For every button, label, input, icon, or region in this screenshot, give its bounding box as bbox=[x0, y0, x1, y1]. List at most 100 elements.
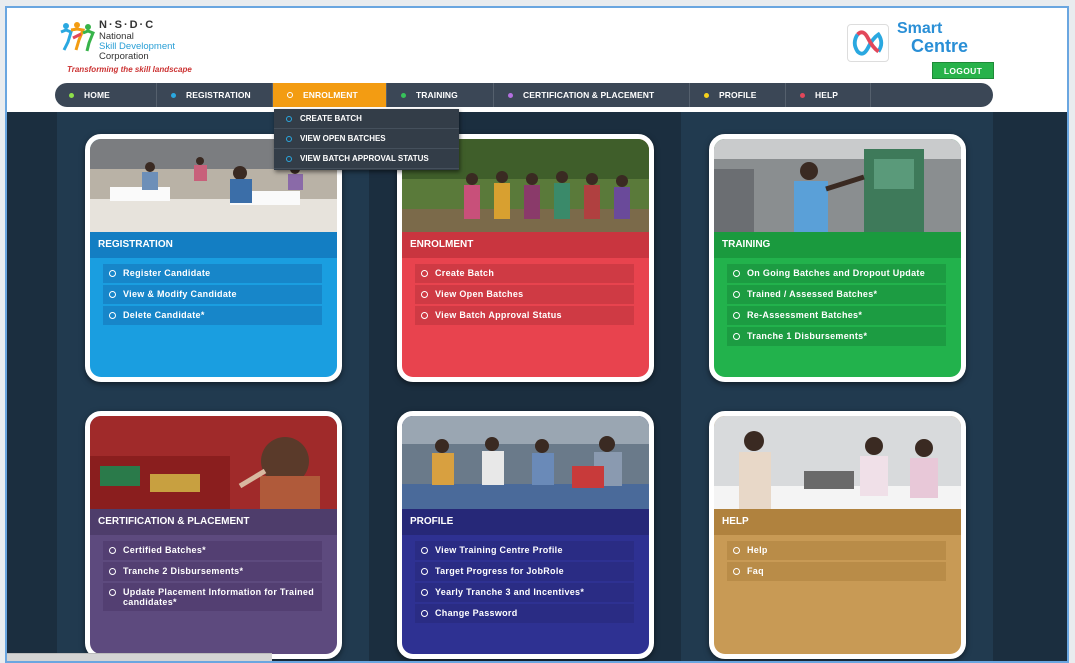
card-links: Certified Batches* Tranche 2 Disbursemen… bbox=[103, 541, 322, 613]
nav-profile[interactable]: PROFILE bbox=[690, 83, 786, 107]
nsdc-logo[interactable]: N·S·D·C National Skill Development Corpo… bbox=[59, 16, 229, 76]
dropdown-create-batch[interactable]: CREATE BATCH bbox=[274, 109, 459, 129]
link-label: Certified Batches* bbox=[123, 545, 206, 555]
card-links: Create Batch View Open Batches View Batc… bbox=[415, 264, 634, 327]
link-label: Yearly Tranche 3 and Incentives* bbox=[435, 587, 585, 597]
profile-photo bbox=[402, 416, 649, 509]
bullet-icon bbox=[421, 311, 428, 319]
nav-dot-icon bbox=[508, 92, 513, 98]
logo-line-3: Corporation bbox=[99, 51, 149, 62]
nav-home[interactable]: HOME bbox=[55, 83, 157, 107]
nav-label: PROFILE bbox=[719, 90, 757, 100]
header: N·S·D·C National Skill Development Corpo… bbox=[7, 8, 1067, 112]
nav-help[interactable]: HELP bbox=[786, 83, 871, 107]
link-trained-assessed-batches[interactable]: Trained / Assessed Batches* bbox=[727, 285, 946, 304]
card-title: ENROLMENT bbox=[402, 232, 649, 258]
nav-dot-icon bbox=[69, 92, 74, 98]
bullet-icon bbox=[109, 588, 116, 596]
certification-card: CERTIFICATION & PLACEMENT Certified Batc… bbox=[85, 411, 342, 659]
bullet-icon bbox=[421, 269, 428, 277]
logo-acronym: N·S·D·C bbox=[99, 19, 156, 31]
card-body: On Going Batches and Dropout Update Trai… bbox=[714, 258, 961, 377]
bullet-icon bbox=[286, 115, 292, 122]
logout-button[interactable]: LOGOUT bbox=[932, 62, 994, 79]
card-title: HELP bbox=[714, 509, 961, 535]
card-links: View Training Centre Profile Target Prog… bbox=[415, 541, 634, 625]
bullet-icon bbox=[109, 290, 116, 298]
bullet-icon bbox=[733, 546, 740, 554]
nav-label: CERTIFICATION & PLACEMENT bbox=[523, 90, 655, 100]
bullet-icon bbox=[421, 588, 428, 596]
nav-registration[interactable]: REGISTRATION bbox=[157, 83, 273, 107]
bullet-icon bbox=[109, 546, 116, 554]
link-ongoing-batches[interactable]: On Going Batches and Dropout Update bbox=[727, 264, 946, 283]
link-reassessment-batches[interactable]: Re-Assessment Batches* bbox=[727, 306, 946, 325]
card-body: View Training Centre Profile Target Prog… bbox=[402, 535, 649, 654]
bullet-icon bbox=[733, 332, 740, 340]
link-batch-approval-status[interactable]: View Batch Approval Status bbox=[415, 306, 634, 325]
bullet-icon bbox=[733, 290, 740, 298]
link-label: Update Placement Information for Trained… bbox=[123, 587, 315, 607]
help-photo bbox=[714, 416, 961, 509]
link-label: On Going Batches and Dropout Update bbox=[747, 268, 926, 278]
bullet-icon bbox=[109, 567, 116, 575]
bullet-icon bbox=[109, 311, 116, 319]
certification-photo bbox=[90, 416, 337, 509]
card-title: REGISTRATION bbox=[90, 232, 337, 258]
link-faq[interactable]: Faq bbox=[727, 562, 946, 581]
nav-certification[interactable]: CERTIFICATION & PLACEMENT bbox=[494, 83, 690, 107]
link-certified-batches[interactable]: Certified Batches* bbox=[103, 541, 322, 560]
profile-card: PROFILE View Training Centre Profile Tar… bbox=[397, 411, 654, 659]
smart-centre-icon bbox=[847, 24, 889, 62]
link-target-progress[interactable]: Target Progress for JobRole bbox=[415, 562, 634, 581]
bullet-icon bbox=[109, 269, 116, 277]
link-tranche2-disbursements[interactable]: Tranche 2 Disbursements* bbox=[103, 562, 322, 581]
link-delete-candidate[interactable]: Delete Candidate* bbox=[103, 306, 322, 325]
link-label: Help bbox=[747, 545, 768, 555]
link-label: Change Password bbox=[435, 608, 518, 618]
link-create-batch[interactable]: Create Batch bbox=[415, 264, 634, 283]
nav-label: REGISTRATION bbox=[186, 90, 251, 100]
bullet-icon bbox=[733, 567, 740, 575]
help-card: HELP Help Faq bbox=[709, 411, 966, 659]
link-change-password[interactable]: Change Password bbox=[415, 604, 634, 623]
training-photo bbox=[714, 139, 961, 232]
dropdown-label: VIEW BATCH APPROVAL STATUS bbox=[300, 154, 429, 163]
link-update-placement[interactable]: Update Placement Information for Trained… bbox=[103, 583, 322, 611]
horizontal-scrollbar[interactable] bbox=[7, 653, 272, 661]
nav-ring-icon bbox=[287, 92, 293, 98]
link-label: View Open Batches bbox=[435, 289, 524, 299]
dropdown-view-open-batches[interactable]: VIEW OPEN BATCHES bbox=[274, 129, 459, 149]
logo-tagline: Transforming the skill landscape bbox=[67, 65, 192, 74]
link-label: View & Modify Candidate bbox=[123, 289, 237, 299]
main-nav: HOME REGISTRATION ENROLMENT TRAINING CER… bbox=[55, 83, 993, 107]
link-label: Target Progress for JobRole bbox=[435, 566, 564, 576]
bullet-icon bbox=[421, 546, 428, 554]
dropdown-label: VIEW OPEN BATCHES bbox=[300, 134, 386, 143]
nav-enrolment[interactable]: ENROLMENT bbox=[273, 83, 387, 107]
link-register-candidate[interactable]: Register Candidate bbox=[103, 264, 322, 283]
nav-label: ENROLMENT bbox=[303, 90, 358, 100]
link-yearly-tranche3[interactable]: Yearly Tranche 3 and Incentives* bbox=[415, 583, 634, 602]
enrolment-card: ENROLMENT Create Batch View Open Batches… bbox=[397, 134, 654, 382]
card-title: CERTIFICATION & PLACEMENT bbox=[90, 509, 337, 535]
link-view-modify-candidate[interactable]: View & Modify Candidate bbox=[103, 285, 322, 304]
dropdown-label: CREATE BATCH bbox=[300, 114, 362, 123]
dashboard: REGISTRATION Register Candidate View & M… bbox=[7, 112, 1067, 661]
link-label: Register Candidate bbox=[123, 268, 211, 278]
smart-centre-logo[interactable]: Smart Centre bbox=[843, 18, 998, 68]
nav-training[interactable]: TRAINING bbox=[387, 83, 494, 107]
card-title: PROFILE bbox=[402, 509, 649, 535]
link-label: Create Batch bbox=[435, 268, 495, 278]
dropdown-batch-approval-status[interactable]: VIEW BATCH APPROVAL STATUS bbox=[274, 149, 459, 169]
card-body: Help Faq bbox=[714, 535, 961, 654]
card-title: TRAINING bbox=[714, 232, 961, 258]
link-tranche1-disbursements[interactable]: Tranche 1 Disbursements* bbox=[727, 327, 946, 346]
nav-label: TRAINING bbox=[416, 90, 458, 100]
card-body: Certified Batches* Tranche 2 Disbursemen… bbox=[90, 535, 337, 654]
link-help[interactable]: Help bbox=[727, 541, 946, 560]
link-label: Trained / Assessed Batches* bbox=[747, 289, 878, 299]
bullet-icon bbox=[286, 155, 292, 162]
link-view-open-batches[interactable]: View Open Batches bbox=[415, 285, 634, 304]
link-view-tc-profile[interactable]: View Training Centre Profile bbox=[415, 541, 634, 560]
